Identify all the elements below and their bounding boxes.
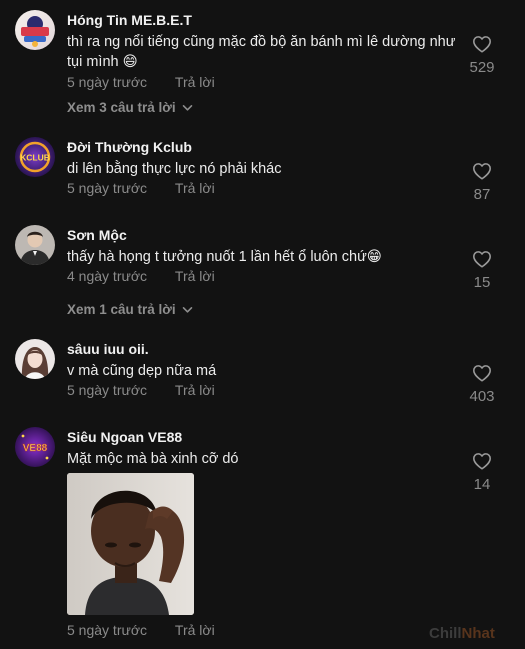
comment-meta: 4 ngày trước Trả lời [67, 268, 215, 284]
reply-button[interactable]: Trả lời [175, 382, 215, 398]
avatar[interactable] [15, 10, 55, 50]
comment-time: 5 ngày trước [67, 382, 148, 398]
view-replies-button[interactable]: Xem 3 câu trả lời [67, 100, 193, 115]
comment-text: di lên bằng thực lực nó phải khác [67, 161, 282, 177]
comment-time: 4 ngày trước [67, 268, 148, 284]
avatar[interactable]: VE88 [15, 427, 55, 467]
like-count: 87 [473, 186, 491, 203]
comment-username[interactable]: Siêu Ngoan VE88 [67, 429, 182, 445]
reply-button[interactable]: Trả lời [175, 74, 215, 90]
avatar[interactable]: KCLUB [15, 137, 55, 177]
comment-text: Mặt mộc mà bà xinh cỡ dó [67, 451, 239, 467]
view-replies-label: Xem 3 câu trả lời [67, 100, 176, 115]
like-count: 529 [469, 59, 495, 76]
reply-button[interactable]: Trả lời [175, 180, 215, 196]
comment-time: 5 ngày trước [67, 622, 148, 638]
comment-text: v mà cũng dẹp nữa má [67, 363, 217, 379]
like-count: 403 [469, 388, 495, 405]
avatar-logo-text: VE88 [23, 443, 48, 454]
view-replies-label: Xem 1 câu trả lời [67, 302, 176, 317]
comment-time: 5 ngày trước [67, 74, 148, 90]
heart-outline-icon [473, 365, 491, 382]
comment-username[interactable]: Đời Thường Kclub [67, 139, 192, 155]
like-count: 15 [473, 274, 491, 291]
comment-photo[interactable] [67, 473, 194, 615]
like-button[interactable]: 15 [460, 250, 504, 291]
heart-outline-icon [473, 251, 491, 268]
avatar[interactable] [15, 339, 55, 379]
comment-text: thấy hà họng t tưởng nuốt 1 lần hết ổ lu… [67, 249, 382, 265]
heart-outline-icon [473, 163, 491, 180]
like-button[interactable]: 529 [460, 35, 504, 76]
comment-meta: 5 ngày trước Trả lời [67, 74, 215, 90]
reply-button[interactable]: Trả lời [175, 622, 215, 638]
comment-meta: 5 ngày trước Trả lời [67, 180, 215, 196]
reply-button[interactable]: Trả lời [175, 268, 215, 284]
chevron-down-icon [183, 105, 193, 112]
heart-outline-icon [473, 36, 491, 53]
like-button[interactable]: 87 [460, 162, 504, 203]
avatar[interactable] [15, 225, 55, 265]
watermark-part2: Nhat [461, 625, 495, 642]
comment-username[interactable]: Hóng Tin ME.B.E.T [67, 12, 192, 28]
comment-meta: 5 ngày trước Trả lời [67, 382, 215, 398]
watermark: ChillNhat [429, 625, 495, 642]
watermark-part1: Chill [429, 625, 462, 642]
comment-username[interactable]: sâuu iuu oii. [67, 341, 149, 357]
comment-meta: 5 ngày trước Trả lời [67, 622, 215, 638]
comment-username[interactable]: Sơn Mộc [67, 227, 127, 243]
avatar-logo-text: KCLUB [20, 153, 50, 163]
like-count: 14 [473, 476, 491, 493]
view-replies-button[interactable]: Xem 1 câu trả lời [67, 302, 193, 317]
heart-outline-icon [473, 453, 491, 470]
comment-text: thì ra ng nổi tiếng cũng mặc đồ bộ ăn bá… [67, 34, 456, 70]
chevron-down-icon [183, 307, 193, 314]
like-button[interactable]: 14 [460, 452, 504, 493]
like-button[interactable]: 403 [460, 364, 504, 405]
comment-time: 5 ngày trước [67, 180, 148, 196]
